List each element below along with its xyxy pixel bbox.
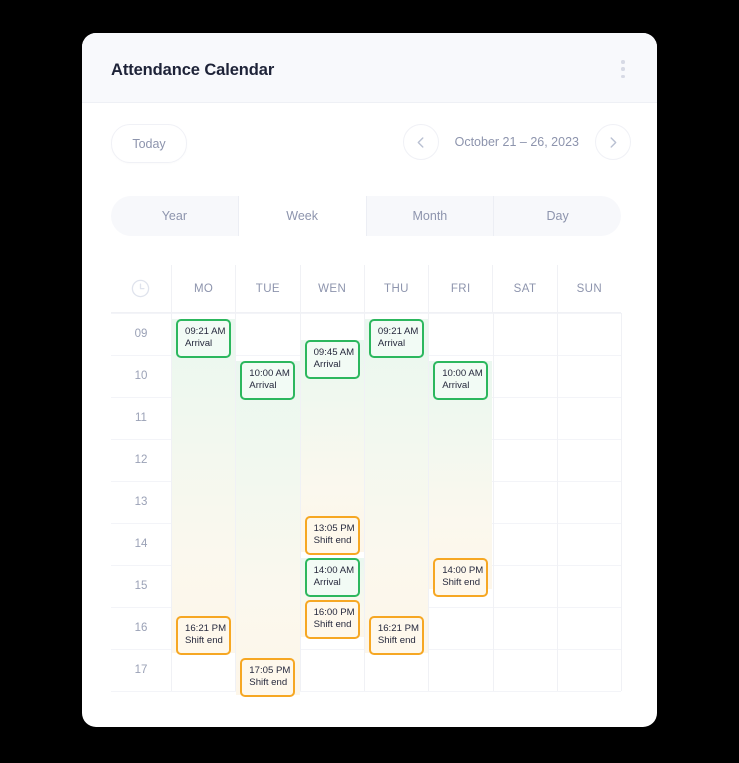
event-kind: Arrival [249, 380, 277, 392]
chevron-left-icon [417, 136, 424, 148]
attendance-calendar-card: Attendance Calendar Today October 21 – 2… [82, 33, 657, 727]
event-chip-arrival[interactable]: 10:00 AM Arrival [433, 361, 489, 400]
gridline-horizontal [111, 439, 621, 440]
event-time: 09:21 AM [377, 326, 419, 337]
event-chip-shiftend[interactable]: 17:05 PM Shift end [240, 658, 296, 697]
event-time: 16:21 PM [185, 623, 227, 634]
gridline-horizontal [111, 313, 621, 314]
calendar-body: 09 10 11 12 13 14 15 16 17 09:21 AM Arrival 16:21 … [111, 313, 623, 697]
page-root: Attendance Calendar Today October 21 – 2… [0, 0, 739, 763]
clock-icon [132, 279, 150, 298]
event-chip-shiftend[interactable]: 13:05 PM Shift end [304, 516, 360, 555]
gridline-horizontal [111, 481, 621, 482]
event-time: 17:05 PM [249, 665, 291, 676]
date-range-label: October 21 – 26, 2023 [454, 135, 579, 149]
hour-label-09: 09 [134, 328, 148, 340]
event-time: 13:05 PM [313, 523, 355, 534]
event-kind: Shift end [249, 677, 288, 689]
hour-label-15: 15 [134, 580, 148, 592]
day-header-wen[interactable]: WEN [299, 265, 364, 312]
tab-month[interactable]: Month [367, 196, 495, 236]
event-kind: Shift end [313, 535, 352, 547]
page-title: Attendance Calendar [111, 61, 275, 79]
gridline-horizontal [111, 523, 621, 524]
event-chip-arrival[interactable]: 09:21 AM Arrival [176, 319, 231, 358]
event-time: 10:00 AM [249, 368, 290, 379]
today-button[interactable]: Today [111, 124, 187, 163]
day-header-tue[interactable]: TUE [235, 265, 299, 312]
hour-label-13: 13 [134, 496, 148, 508]
event-chip-arrival[interactable]: 10:00 AM Arrival [240, 361, 296, 400]
hour-gutter: 09 10 11 12 13 14 15 16 17 [111, 313, 171, 691]
event-time: 09:45 AM [313, 347, 355, 358]
gridline-horizontal [111, 691, 621, 692]
calendar-day-header-row: MO TUE WEN THU FRI SAT SUN [111, 265, 621, 313]
gridline-vertical [299, 313, 301, 691]
event-time: 10:00 AM [442, 368, 483, 379]
hour-label-17: 17 [134, 664, 148, 676]
gridline-horizontal [111, 565, 621, 566]
hour-label-11: 11 [135, 412, 147, 424]
gridline-horizontal [111, 397, 621, 398]
event-kind: Shift end [442, 577, 481, 589]
event-kind: Shift end [185, 635, 223, 647]
kebab-vertical-icon[interactable] [615, 60, 631, 78]
hour-label-14: 14 [134, 538, 148, 550]
prev-period-button[interactable] [402, 124, 439, 160]
event-chip-shiftend[interactable]: 16:21 PM Shift end [176, 616, 231, 655]
event-kind: Arrival [377, 338, 406, 350]
event-kind: Arrival [313, 577, 341, 589]
kebab-dot [621, 60, 625, 64]
view-mode-tabs: Year Week Month Day [111, 196, 621, 236]
event-chip-shiftend[interactable]: 16:21 PM Shift end [368, 616, 424, 655]
event-kind: Arrival [185, 338, 213, 350]
hour-label-16: 16 [134, 622, 148, 634]
day-header-sun[interactable]: SUN [556, 265, 621, 312]
event-time: 16:00 PM [313, 607, 355, 618]
kebab-dot [621, 74, 625, 78]
tab-year[interactable]: Year [111, 196, 239, 236]
event-chip-arrival[interactable]: 14:00 AM Arrival [304, 558, 360, 597]
event-chip-shiftend[interactable]: 16:00 PM Shift end [304, 600, 360, 639]
event-chip-arrival[interactable]: 09:45 AM Arrival [304, 340, 360, 379]
day-header-sat[interactable]: SAT [492, 265, 556, 312]
event-chip-arrival[interactable]: 09:21 AM Arrival [368, 319, 424, 358]
gridline-vertical [428, 313, 430, 691]
event-kind: Arrival [442, 380, 470, 392]
kebab-dot [621, 67, 625, 71]
gridline-vertical [171, 313, 172, 691]
gridline-vertical [621, 313, 623, 691]
hour-label-10: 10 [134, 370, 148, 382]
day-header-fri[interactable]: FRI [428, 265, 492, 312]
event-kind: Arrival [313, 359, 341, 371]
shift-duration-block [236, 361, 300, 695]
event-time: 14:00 PM [442, 565, 484, 576]
hour-label-12: 12 [134, 454, 148, 466]
next-period-button[interactable] [595, 124, 631, 160]
calendar-toolbar: Today October 21 – 26, 2023 [82, 103, 657, 177]
tab-week[interactable]: Week [238, 196, 367, 236]
calendar-grid: MO TUE WEN THU FRI SAT SUN 09 10 11 12 13 14 15 16 17 … [111, 265, 623, 697]
date-navigation: October 21 – 26, 2023 [402, 124, 631, 160]
event-kind: Shift end [313, 619, 352, 631]
shift-duration-block [172, 319, 236, 653]
day-header-mo[interactable]: MO [170, 265, 235, 312]
gridline-vertical [235, 313, 237, 691]
tab-day[interactable]: Day [494, 196, 621, 236]
time-column-header [111, 265, 171, 312]
day-header-thu[interactable]: THU [363, 265, 428, 312]
event-time: 16:21 PM [377, 623, 419, 634]
event-time: 09:21 AM [185, 326, 226, 337]
gridline-horizontal [111, 607, 621, 608]
card-header: Attendance Calendar [82, 33, 657, 103]
gridline-vertical [556, 313, 558, 691]
chevron-right-icon [610, 136, 616, 148]
shift-duration-block [364, 319, 429, 653]
gridline-vertical [363, 313, 365, 691]
event-time: 14:00 AM [313, 565, 355, 576]
event-chip-shiftend[interactable]: 14:00 PM Shift end [433, 558, 489, 597]
event-kind: Shift end [377, 635, 416, 647]
gridline-vertical [492, 313, 494, 691]
